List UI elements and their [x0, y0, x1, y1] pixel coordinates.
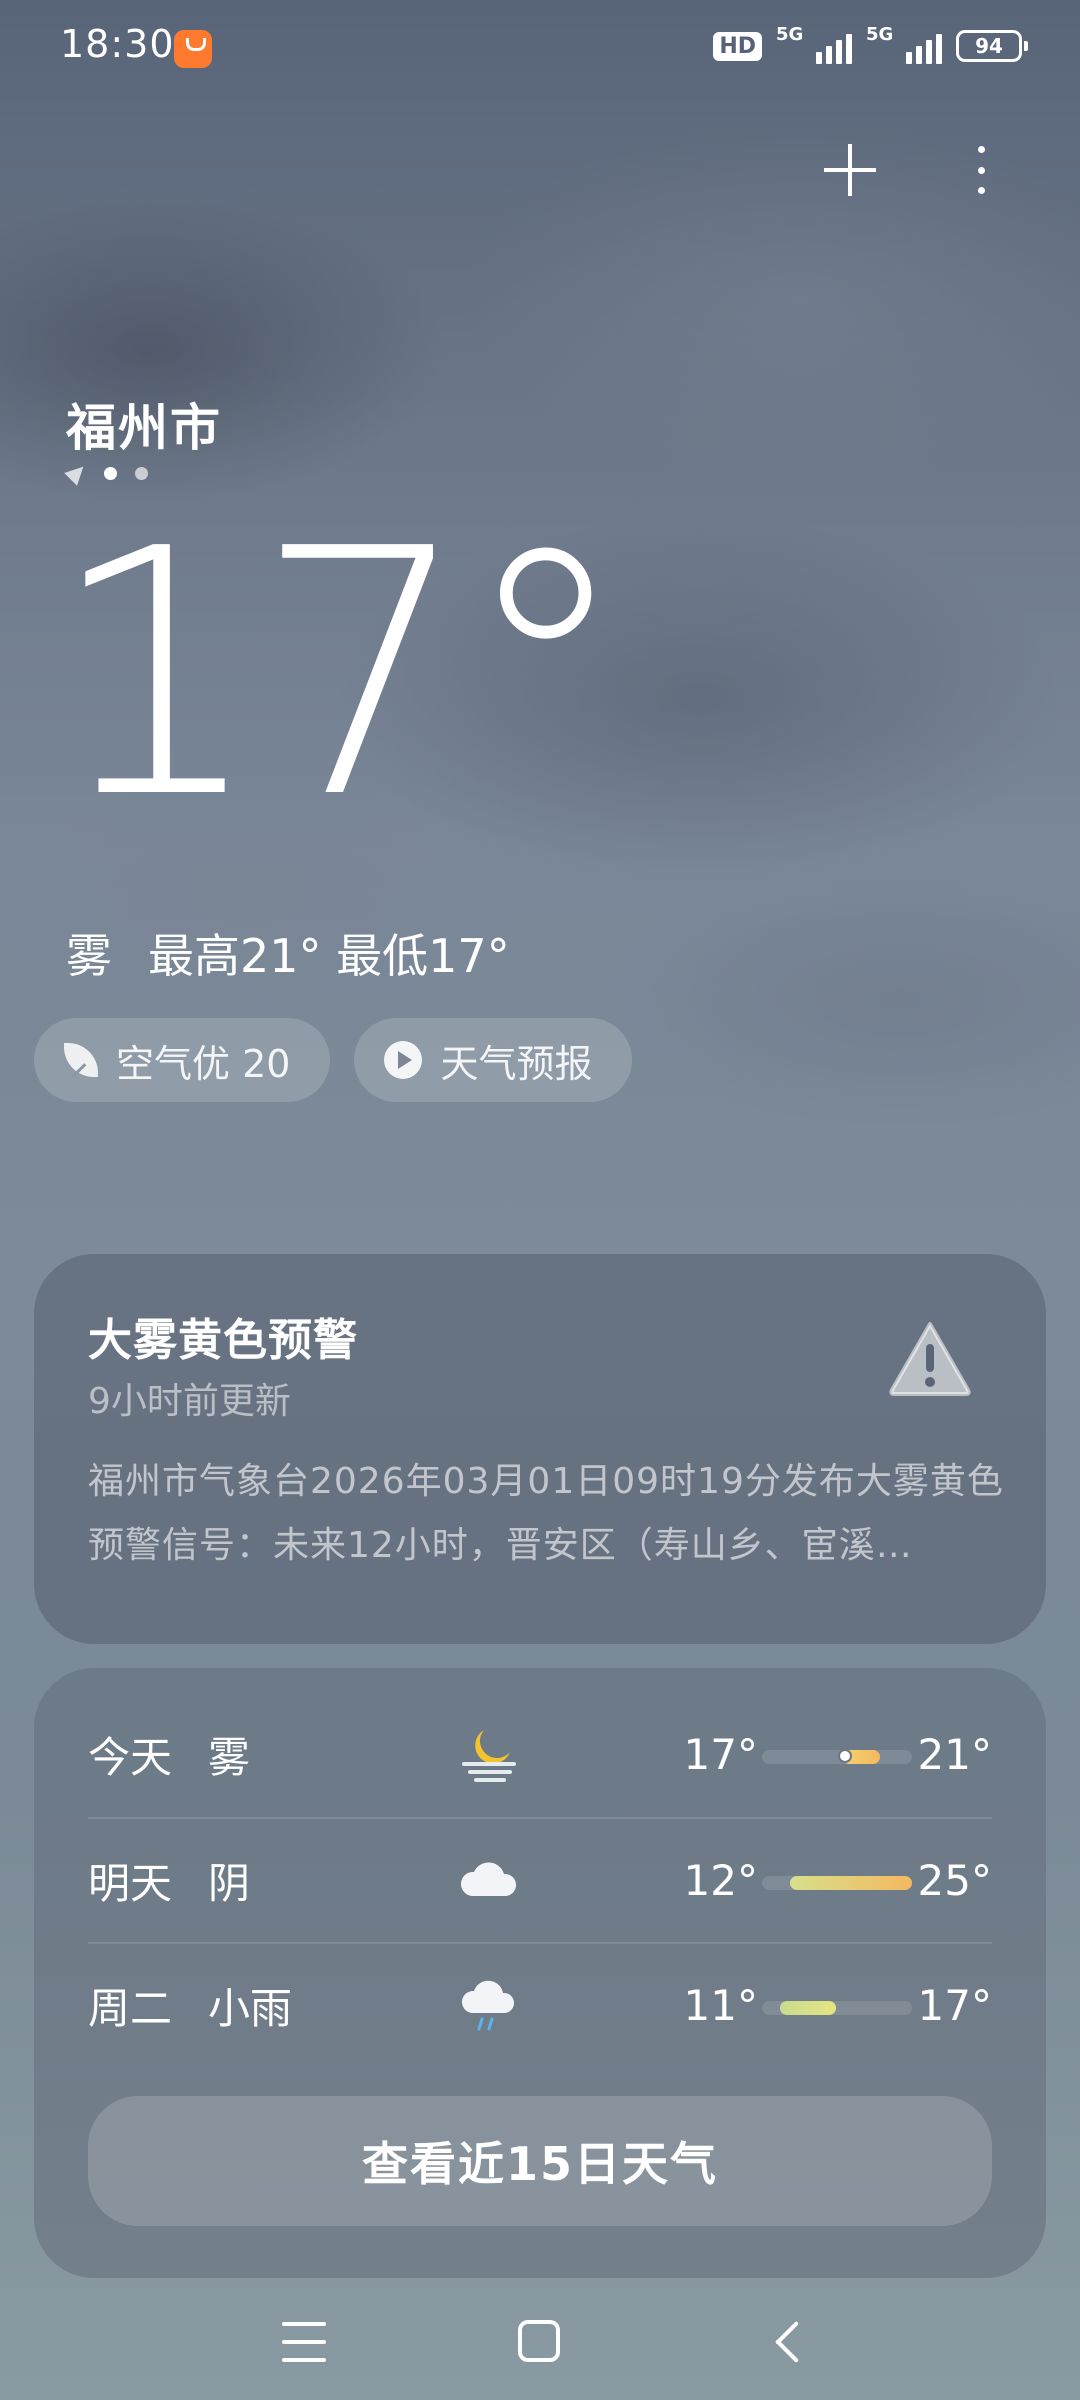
forecast-high: 25° [917, 1856, 992, 1905]
air-quality-label: 空气优 20 [116, 1041, 291, 1086]
forecast-low: 11° [683, 1981, 758, 2030]
play-icon [384, 1041, 423, 1079]
forecast-day: 今天 [88, 1733, 173, 1782]
forecast-row-today[interactable]: 今天 雾 17° 21° [88, 1692, 992, 1817]
info-chips: 空气优 20 天气预报 [34, 1018, 633, 1102]
add-city-button[interactable] [820, 140, 880, 200]
warning-updated-time: 9小时前更新 [88, 1381, 291, 1422]
more-options-button[interactable] [968, 140, 994, 200]
warning-title: 大雾黄色预警 [88, 1315, 358, 1366]
temperature-range-fill [780, 2001, 836, 2015]
recent-apps-button[interactable] [282, 2322, 326, 2362]
temperature-range-fill [790, 1876, 912, 1890]
dot-icon [977, 166, 985, 174]
forecast-condition: 阴 [208, 1859, 251, 1908]
light-rain-icon [461, 1980, 515, 2031]
back-button[interactable] [766, 2320, 802, 2364]
temperature-range-bar [762, 1876, 912, 1890]
forecast-condition: 小雨 [208, 1984, 293, 2033]
weather-warning-card[interactable]: 大雾黄色预警 9小时前更新 福州市气象台2026年03月01日09时19分发布大… [34, 1254, 1046, 1644]
daily-forecast-card: 今天 雾 17° 21° 明天 阴 12° 25° 周二 小雨 11° 17° … [34, 1668, 1046, 2278]
forecast-low: 12° [683, 1856, 758, 1905]
temperature-range-bar [762, 2001, 912, 2015]
status-indicators: HD 5G 5G 94 [713, 24, 1028, 64]
forecast-high: 21° [917, 1730, 992, 1779]
forecast-day: 周二 [88, 1984, 173, 2033]
status-bar: 18:30 HD 5G 5G 94 [0, 0, 1080, 100]
battery-icon: 94 [956, 30, 1028, 62]
current-temperature: 17° [48, 477, 631, 873]
air-quality-chip[interactable]: 空气优 20 [34, 1018, 331, 1102]
signal-strength-icon: 5G [776, 24, 852, 64]
forecast-day: 明天 [88, 1859, 173, 1908]
cloud-icon [460, 1862, 517, 1896]
forecast-low: 17° [683, 1730, 758, 1779]
home-button[interactable] [518, 2320, 560, 2362]
temperature-range-bar [762, 1749, 912, 1764]
high-low-temperature: 最高21° 最低17° [148, 929, 510, 983]
current-summary: 雾 最高21° 最低17° [66, 920, 510, 986]
weather-forecast-label: 天气预报 [440, 1041, 593, 1086]
dot-icon [977, 187, 985, 194]
forecast-condition: 雾 [208, 1733, 251, 1782]
view-15-day-forecast-button[interactable]: 查看近15日天气 [88, 2096, 992, 2226]
city-name[interactable]: 福州市 [66, 388, 222, 460]
warning-triangle-icon [889, 1322, 971, 1396]
forecast-row-tuesday[interactable]: 周二 小雨 11° 17° [88, 1943, 992, 2068]
signal-strength-icon: 5G [866, 24, 942, 64]
navigation-bar [0, 2300, 1080, 2400]
moon-fog-icon [462, 1730, 516, 1782]
dot-icon [977, 146, 985, 153]
shopping-app-notification-icon [174, 30, 212, 68]
current-condition: 雾 [66, 929, 112, 983]
leaf-icon [64, 1043, 98, 1077]
current-temperature-marker [838, 1749, 852, 1763]
weather-forecast-video-chip[interactable]: 天气预报 [354, 1018, 633, 1102]
forecast-row-tomorrow[interactable]: 明天 阴 12° 25° [88, 1818, 992, 1943]
forecast-high: 17° [917, 1981, 992, 2030]
hd-voice-icon: HD [713, 31, 762, 61]
status-time: 18:30 [60, 22, 175, 66]
warning-description: 福州市气象台2026年03月01日09时19分发布大雾黄色预警信号：未来12小时… [88, 1461, 1004, 1566]
